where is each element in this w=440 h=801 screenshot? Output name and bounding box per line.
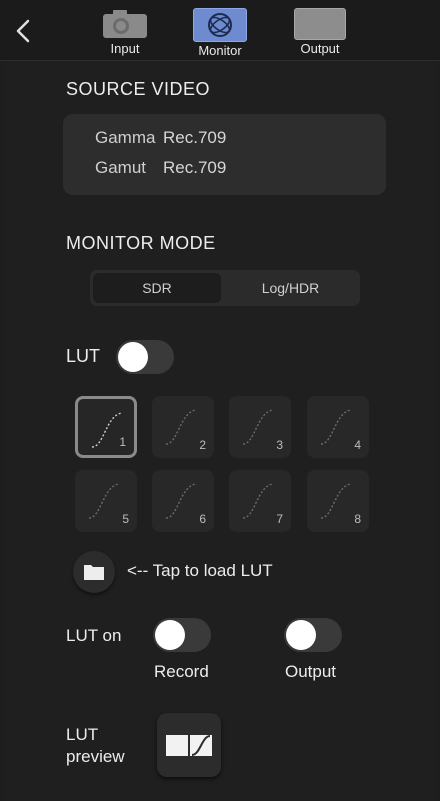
gamut-row: Gamut Rec.709 [95, 158, 226, 178]
lut-slot-8[interactable]: 8 [307, 470, 369, 532]
lut-slot-number: 1 [119, 435, 126, 449]
lut-slot-2[interactable]: 2 [152, 396, 214, 458]
load-lut-hint: <-- Tap to load LUT [127, 561, 273, 580]
lut-slot-1[interactable]: 1 [75, 396, 137, 458]
lut-slot-3[interactable]: 3 [229, 396, 291, 458]
record-toggle-knob [155, 620, 185, 650]
lut-slot-number: 3 [276, 438, 283, 452]
lut-slot-number: 8 [354, 512, 361, 526]
lut-curve-icon [242, 483, 274, 519]
back-chevron-icon[interactable] [12, 16, 34, 46]
lut-curve-icon [165, 409, 197, 445]
lut-label: LUT [66, 346, 101, 366]
lut-curve-icon [320, 483, 352, 519]
lut-curve-icon [320, 409, 352, 445]
output-label: Output [285, 662, 337, 681]
lut-curve-icon [88, 483, 120, 519]
monitor-mode-segmented-control: SDR Log/HDR [90, 270, 360, 306]
lut-slot-number: 7 [276, 512, 283, 526]
lut-slot-number: 5 [122, 512, 129, 526]
camera-icon [99, 8, 151, 40]
record-label: Record [154, 662, 209, 681]
display-output-icon [294, 8, 346, 40]
lut-curve-icon [242, 409, 274, 445]
tab-output[interactable]: Output [290, 8, 350, 58]
tab-output-label: Output [300, 41, 340, 56]
tab-input[interactable]: Input [95, 8, 155, 58]
gamut-key: Gamut [95, 158, 147, 177]
lut-curve-icon [165, 483, 197, 519]
split-preview-icon [166, 735, 212, 756]
monitor-mode-log-hdr-option[interactable]: Log/HDR [224, 273, 357, 303]
lut-slot-6[interactable]: 6 [152, 470, 214, 532]
monitor-mode-heading: MONITOR MODE [66, 233, 216, 253]
monitor-mode-sdr-option[interactable]: SDR [93, 273, 221, 303]
lut-slot-number: 4 [354, 438, 361, 452]
lut-slot-7[interactable]: 7 [229, 470, 291, 532]
tab-input-label: Input [110, 41, 140, 56]
gamut-value: Rec.709 [163, 158, 227, 177]
source-video-panel: Gamma Rec.709 Gamut Rec.709 [63, 114, 386, 195]
lut-slot-number: 6 [199, 512, 206, 526]
lut-preview-label: LUT preview [66, 724, 125, 768]
lut-slot-number: 2 [199, 438, 206, 452]
lut-preview-label-line1: LUT [66, 725, 99, 744]
lut-toggle-knob [118, 342, 148, 372]
tab-monitor[interactable]: Monitor [190, 8, 250, 58]
output-toggle-knob [286, 620, 316, 650]
top-navigation-bar: Input Monitor Output [0, 0, 440, 61]
source-video-heading: SOURCE VIDEO [66, 79, 211, 99]
gamma-value: Rec.709 [163, 128, 227, 147]
folder-icon [84, 565, 104, 580]
lut-preview-button[interactable] [157, 713, 221, 777]
lut-slot-4[interactable]: 4 [307, 396, 369, 458]
lut-on-output-toggle[interactable] [284, 618, 342, 652]
lut-preview-label-line2: preview [66, 747, 125, 766]
lut-on-label: LUT on [66, 626, 122, 645]
gamma-key: Gamma [95, 128, 156, 147]
lut-toggle[interactable] [116, 340, 174, 374]
gamma-row: Gamma Rec.709 [95, 128, 226, 148]
lut-on-record-toggle[interactable] [153, 618, 211, 652]
tab-monitor-label: Monitor [198, 43, 242, 58]
atomos-monitor-icon [193, 8, 247, 42]
lut-slot-5[interactable]: 5 [75, 470, 137, 532]
load-lut-button[interactable] [73, 551, 115, 593]
